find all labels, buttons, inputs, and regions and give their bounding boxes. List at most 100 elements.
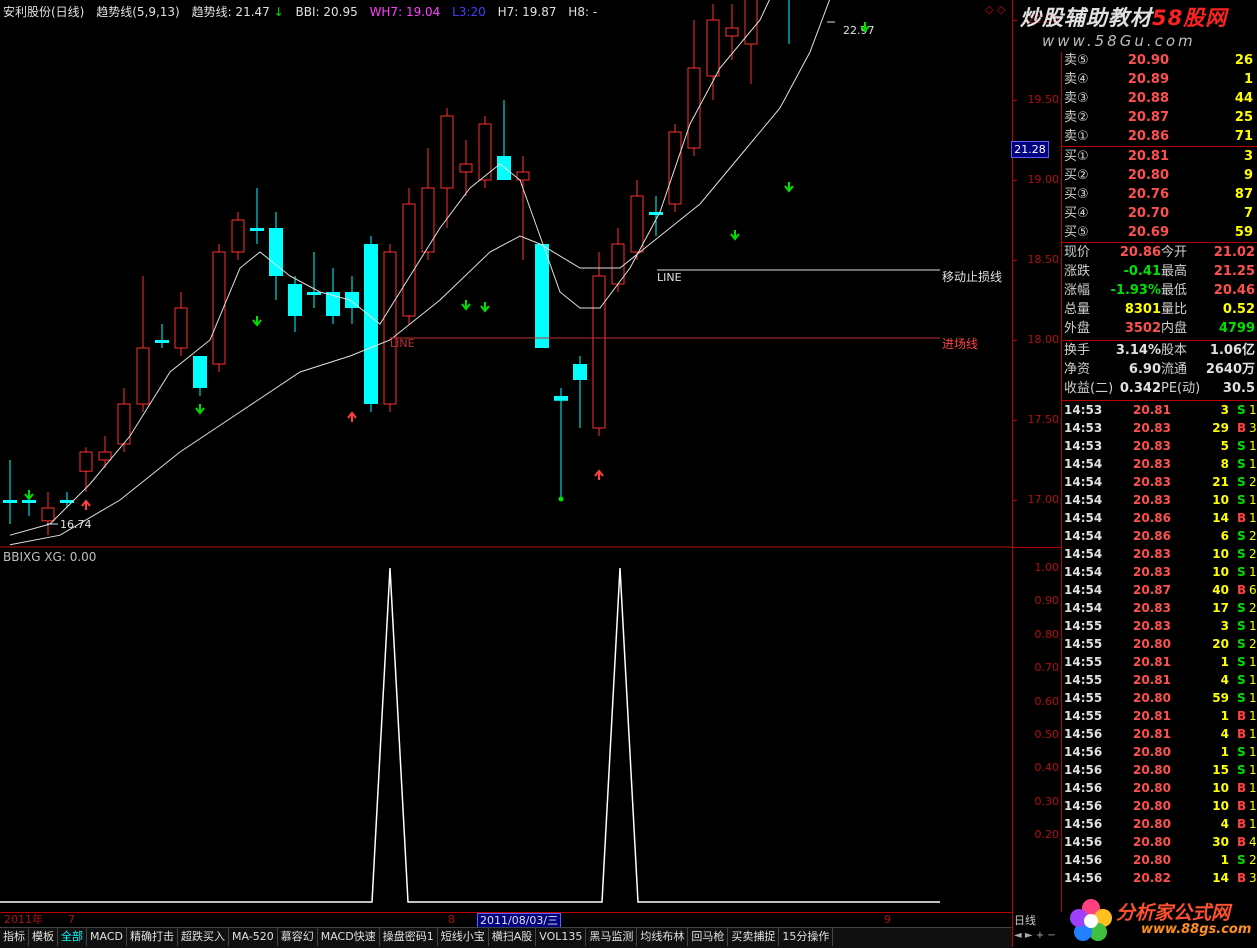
candlestick-chart[interactable]: LINE 移动止损线 LINE 进场线 22.97 16.74: [0, 0, 1012, 548]
axis-mark: [1013, 260, 1017, 261]
price-axis-tick: 18.50: [1027, 253, 1060, 266]
xg-indicator-chart[interactable]: [0, 548, 1012, 912]
brand-title: 炒股辅助教材58股网: [1020, 6, 1228, 30]
indicator-tab[interactable]: 精确打击: [127, 928, 178, 946]
ask-row[interactable]: 卖② 20.87 25: [1061, 109, 1257, 127]
indicator-tab[interactable]: 买卖捕捉: [728, 928, 780, 946]
candle: [174, 292, 188, 356]
sub-axis-tick: 0.70: [1034, 661, 1060, 675]
indicator-tab[interactable]: 指标: [0, 928, 29, 946]
sell-signal-icon: [480, 302, 490, 313]
indicator-tab[interactable]: MA-520: [229, 928, 278, 946]
sell-signal-icon: [195, 404, 205, 415]
candle-body: [383, 251, 397, 405]
buy-signal-icon: [81, 499, 91, 510]
axis-mark: [1013, 420, 1017, 421]
candle: [478, 116, 492, 188]
candle: [535, 244, 549, 348]
indicator-tab[interactable]: MACD快速: [318, 928, 380, 946]
indicator-tab-bar: 指标 模板 全部 MACD 精确打击 超跌买入 MA-520 慕容幻 MACD快速 操盘密码1 短线…: [0, 927, 1012, 948]
bid-row[interactable]: 买③ 20.76 87: [1061, 186, 1257, 204]
candle: [649, 196, 663, 236]
buy-signal-icon: [594, 469, 604, 480]
indicator-tab[interactable]: 短线小宝: [438, 928, 489, 946]
indicator-tab[interactable]: 全部: [58, 928, 87, 946]
sub-axis-tick: 0.60: [1034, 694, 1060, 708]
candle-body: [497, 156, 511, 180]
bid-row[interactable]: 买① 20.81 3: [1061, 148, 1257, 166]
indicator-tab[interactable]: VOL135: [536, 928, 587, 946]
candle: [41, 492, 55, 536]
high-label: 22.97: [843, 24, 875, 37]
candle: [440, 108, 454, 228]
trend-line-slow: [9, 0, 831, 546]
tick-row: 14:56 20.82 14 B 3: [1064, 871, 1257, 885]
price-axis-tick: 19.50: [1027, 93, 1060, 106]
candle-body: [98, 451, 112, 461]
xg-signal-line: [0, 567, 940, 903]
indicator-tab[interactable]: 慕容幻: [278, 928, 318, 946]
indicator-tab[interactable]: 操盘密码1: [380, 928, 438, 946]
bid-row[interactable]: 买② 20.80 9: [1061, 167, 1257, 185]
candle: [193, 356, 207, 396]
logo-title: 分析家公式网: [1116, 902, 1231, 924]
logo-url: www.88gs.com: [1141, 922, 1252, 937]
tick-row: 14:55 20.81 1 B 1: [1064, 709, 1257, 723]
quote-divider: [1061, 242, 1257, 243]
axis-divider: [1013, 547, 1061, 548]
tick-row: 14:54 20.83 8 S 1: [1064, 457, 1257, 471]
indicator-tab[interactable]: 均线布林: [637, 928, 689, 946]
price-axis-tick: 17.50: [1027, 413, 1060, 426]
sell-signal-icon: [252, 316, 262, 327]
buy-signal-icon: [347, 411, 357, 422]
indicator-tab[interactable]: 黑马监测: [586, 928, 638, 946]
date-month-8: 8: [448, 913, 455, 926]
ask-row[interactable]: 卖⑤ 20.90 26: [1061, 52, 1257, 70]
candles: [3, 0, 790, 536]
candle: [288, 276, 302, 332]
candle: [421, 148, 435, 260]
sell-signal-icon: [24, 490, 34, 501]
candle-body: [440, 115, 454, 189]
ask-row[interactable]: 卖④ 20.89 1: [1061, 71, 1257, 89]
sub-axis-tick: 0.50: [1034, 728, 1060, 741]
bid-row[interactable]: 买⑤ 20.69 59: [1061, 224, 1257, 242]
candle: [706, 4, 720, 100]
nav-controls[interactable]: ◄ ► + −: [1014, 930, 1056, 941]
ask-row[interactable]: 卖③ 20.88 44: [1061, 90, 1257, 108]
axis-mark: [1013, 500, 1017, 501]
entry-label: 进场线: [942, 337, 978, 351]
candle: [497, 100, 511, 180]
candle-body: [250, 228, 264, 231]
indicator-tab[interactable]: 横扫A股: [489, 928, 537, 946]
candle: [269, 212, 283, 300]
candle: [744, 0, 758, 84]
bid-row[interactable]: 买④ 20.70 7: [1061, 205, 1257, 223]
candle: [788, 0, 790, 44]
indicator-tab[interactable]: 模板: [29, 928, 58, 946]
candle: [98, 436, 112, 468]
axis-mark: [1013, 340, 1017, 341]
low-dot-icon: [558, 496, 564, 502]
candle-body: [459, 163, 473, 173]
sub-axis-tick: 0.80: [1034, 627, 1060, 641]
period-day-tab[interactable]: 日线: [1014, 912, 1036, 928]
indicator-tab[interactable]: 超跌买入: [178, 928, 229, 946]
candle-body: [725, 27, 739, 37]
axis-mark: [1013, 20, 1017, 21]
candle: [117, 388, 131, 452]
quote-row: 外盘 3502 内盘 4799: [1064, 321, 1255, 336]
price-axis-tick: 17.00: [1027, 493, 1060, 506]
indicator-tab[interactable]: MACD: [87, 928, 127, 946]
candle: [611, 228, 625, 292]
indicator-tab[interactable]: 回马枪: [688, 928, 729, 946]
indicator-tab[interactable]: 15分操作: [779, 928, 834, 946]
entry-line-label: LINE: [390, 337, 415, 350]
tick-row: 14:54 20.87 40 B 6: [1064, 583, 1257, 597]
tick-row: 14:54 20.86 6 S 2: [1064, 529, 1257, 543]
candle-body: [592, 275, 606, 429]
stop-loss-label: 移动止损线: [942, 270, 1002, 284]
candle: [364, 236, 378, 412]
tick-row: 14:53 20.81 3 S 1: [1064, 403, 1257, 417]
ask-row[interactable]: 卖① 20.86 71: [1061, 128, 1257, 146]
